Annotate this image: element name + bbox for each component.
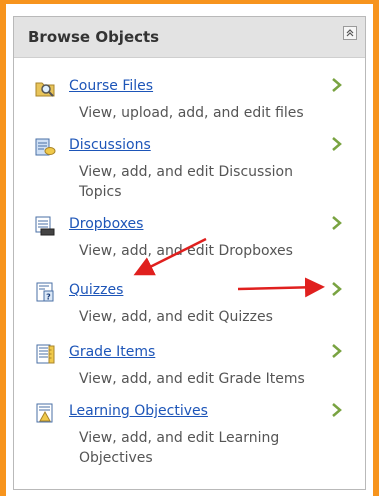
chevron-right-icon[interactable] xyxy=(331,215,343,231)
chevron-right-icon[interactable] xyxy=(331,77,343,93)
chevron-right-icon[interactable] xyxy=(331,281,343,297)
grade-items-description: View, add, and edit Grade Items xyxy=(79,371,305,387)
folder-search-icon xyxy=(35,82,55,97)
discussions-description: View, add, and edit Discussion Topics xyxy=(79,164,293,200)
grade-items-icon xyxy=(36,344,55,364)
discussions-icon xyxy=(35,138,56,156)
chevron-right-icon[interactable] xyxy=(331,402,343,418)
collapse-button[interactable] xyxy=(343,26,357,40)
widget-header: Browse Objects xyxy=(14,17,365,58)
browse-objects-widget: Browse Objects Course Files View, upload… xyxy=(13,16,366,490)
quizzes-link[interactable]: Quizzes xyxy=(69,282,123,298)
discussions-link[interactable]: Discussions xyxy=(69,137,151,153)
grade-items-link[interactable]: Grade Items xyxy=(69,344,155,360)
learning-objectives-link[interactable]: Learning Objectives xyxy=(69,403,208,419)
quizzes-description: View, add, and edit Quizzes xyxy=(79,309,273,325)
dropboxes-description: View, add, and edit Dropboxes xyxy=(79,243,293,259)
dropbox-icon xyxy=(35,216,55,236)
course-files-link[interactable]: Course Files xyxy=(69,78,153,94)
learning-objectives-description: View, add, and edit Learning Objectives xyxy=(79,430,280,466)
chevron-right-icon[interactable] xyxy=(331,343,343,359)
widget-title: Browse Objects xyxy=(28,28,160,46)
course-files-description: View, upload, add, and edit files xyxy=(79,105,304,121)
svg-text:?: ? xyxy=(46,293,51,302)
dropboxes-link[interactable]: Dropboxes xyxy=(69,216,143,232)
quiz-icon: ? xyxy=(36,282,54,302)
learning-objectives-icon xyxy=(36,403,53,423)
chevron-up-icon xyxy=(346,29,354,37)
chevron-right-icon[interactable] xyxy=(331,136,343,152)
